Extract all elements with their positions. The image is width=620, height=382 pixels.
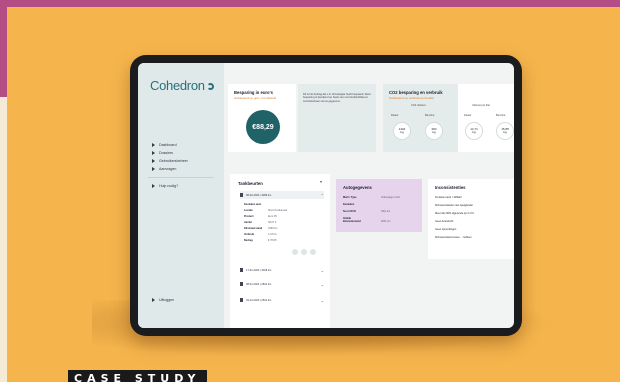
chevron-down-icon[interactable]: ▾ — [320, 179, 322, 184]
co2-stat-2: 14,71 kg — [465, 122, 483, 140]
savings-subtitle: Gebaseerd op gem. km-afstand — [234, 96, 277, 100]
arrow-right-icon — [152, 298, 155, 303]
co2-title: CO2 besparing en verbruik — [389, 90, 443, 95]
savings-amount: €88,29 — [246, 110, 280, 144]
tariff-detail: Aantal 38,67 lt — [244, 221, 277, 224]
document-icon — [240, 268, 243, 272]
vehicle-title: Autogegevens — [343, 185, 372, 190]
chevron-down-icon: ⌄ — [320, 297, 324, 303]
checklist-item: Kilometerstanden niet opeiglandel — [435, 204, 473, 207]
document-icon — [240, 298, 243, 302]
case-study-label: CASE STUDY — [68, 370, 207, 382]
tariff-detail: Kenteken auto — [244, 203, 262, 206]
chevron-up-icon: ⌃ — [320, 192, 324, 198]
vehicle-row: Initiële kilometerstand 2841 km — [343, 217, 391, 223]
tariff-row[interactable]: 08-02-2024 | 3289 km ⌃ — [240, 191, 324, 199]
sidebar-item-logout[interactable]: Uitloggen — [152, 298, 174, 303]
app-screen: Cohedron Dashboard Dossiers Gebruikersbe… — [138, 63, 514, 328]
checklist-item: Kilometerstand tussen ... hebben — [435, 236, 472, 239]
co2-stat-label-3: Benzine — [496, 114, 506, 117]
co2-stat-label-1: Benzine — [425, 114, 435, 117]
checklist-panel: Inconsistenties Kenteken auto = Wittebr … — [428, 179, 514, 259]
sidebar: Cohedron Dashboard Dossiers Gebruikersbe… — [138, 63, 224, 328]
sidebar-item-dashboard[interactable]: Dashboard — [152, 143, 177, 148]
savings-note-card: Dit is het bedrag dat u in dit boekjaar … — [298, 84, 376, 152]
document-icon — [240, 193, 243, 197]
tariff-detail: Locatie Shell Oostkanaal — [244, 209, 287, 212]
tariff-detail: Kilometerstand 3289 km — [244, 227, 278, 230]
arrow-right-icon — [152, 143, 155, 148]
left-accent-strip — [0, 0, 7, 97]
vehicle-panel: Autogegevens Merk / Type Volkswagen Golf … — [336, 179, 422, 232]
co2-card: CO2 besparing en verbruik Gebaseerd op v… — [383, 84, 458, 152]
co2-stat-0: 1402 kg — [393, 122, 411, 140]
attachment-icon[interactable] — [301, 249, 307, 255]
checklist-title: Inconsistenties — [435, 185, 466, 190]
vehicle-row: Kenteken — [343, 203, 355, 206]
top-accent-strip — [0, 0, 620, 7]
sidebar-item-users[interactable]: Gebruikersbeheer — [152, 159, 188, 164]
tariff-detail: Product Euro 95 — [244, 215, 277, 218]
brand-logo[interactable]: Cohedron — [150, 78, 214, 93]
savings-note: Dit is het bedrag dat u in dit boekjaar … — [303, 93, 371, 103]
arrow-right-icon — [152, 159, 155, 164]
vehicle-row: Merk / Type Volkswagen Golf — [343, 196, 400, 199]
tablet-device: Cohedron Dashboard Dossiers Gebruikersbe… — [130, 55, 522, 336]
chevron-down-icon: ⌄ — [320, 281, 324, 287]
document-icon — [240, 282, 243, 286]
arrow-right-icon — [152, 184, 155, 189]
tariffs-panel: Tankbeurten ▾ 08-02-2024 | 3289 km ⌃ Kent… — [230, 174, 330, 328]
chevron-down-icon: ⌄ — [320, 267, 324, 273]
co2-stat-label-2: Diesel — [464, 114, 472, 117]
tariffs-title: Tankbeurten — [238, 181, 263, 186]
co2-stat-3: 15,88 kg — [496, 122, 514, 140]
checklist-item: Kenteken auto = Wittebr — [435, 196, 462, 199]
checklist-item: Geen Autovlucht — [435, 220, 454, 223]
co2-stat-label-0: Diesel — [391, 114, 399, 117]
logo-mark-icon — [206, 83, 214, 90]
co2-label-right: Uitstoot per liter — [472, 104, 491, 107]
savings-title: Besparing in euro's — [234, 90, 273, 95]
sidebar-divider — [148, 177, 214, 178]
checklist-item: Geen opmerkingen — [435, 228, 457, 231]
delete-icon[interactable] — [310, 249, 316, 255]
checklist-item: Meer dan 90% afgeronde op 4 of 9 — [435, 212, 474, 215]
savings-card: Besparing in euro's Gebaseerd op gem. km… — [228, 84, 296, 152]
tariff-row[interactable]: 17-01-2024 | 3018 km ⌄ — [240, 266, 324, 274]
co2-label-left: CO2 uitstoot — [411, 104, 426, 107]
sidebar-item-dossiers[interactable]: Dossiers — [152, 151, 173, 156]
co2-stat-1: 284 kg — [425, 122, 443, 140]
sidebar-item-help[interactable]: Hulp nodig? — [152, 184, 178, 189]
vehicle-row: Soort OVO Hdlp km — [343, 210, 391, 213]
arrow-right-icon — [152, 151, 155, 156]
tariff-row[interactable]: 08-01-2024 | 2841 km ⌄ — [240, 280, 324, 288]
arrow-right-icon — [152, 167, 155, 172]
sidebar-item-requests[interactable]: Aanvragen — [152, 167, 176, 172]
tariff-detail: Verbruik 1:18 km — [244, 233, 277, 236]
tariff-detail: Bedrag € 78,88 — [244, 239, 277, 242]
co2-per-liter-card: Uitstoot per liter Diesel Benzine 14,71 k… — [458, 84, 514, 152]
co2-subtitle: Gebaseerd op verbruik per bedrijf — [389, 96, 434, 100]
left-pale-strip — [0, 97, 7, 382]
tariff-row[interactable]: 04-12-2023 | 2510 km ⌄ — [240, 296, 324, 304]
edit-icon[interactable] — [292, 249, 298, 255]
